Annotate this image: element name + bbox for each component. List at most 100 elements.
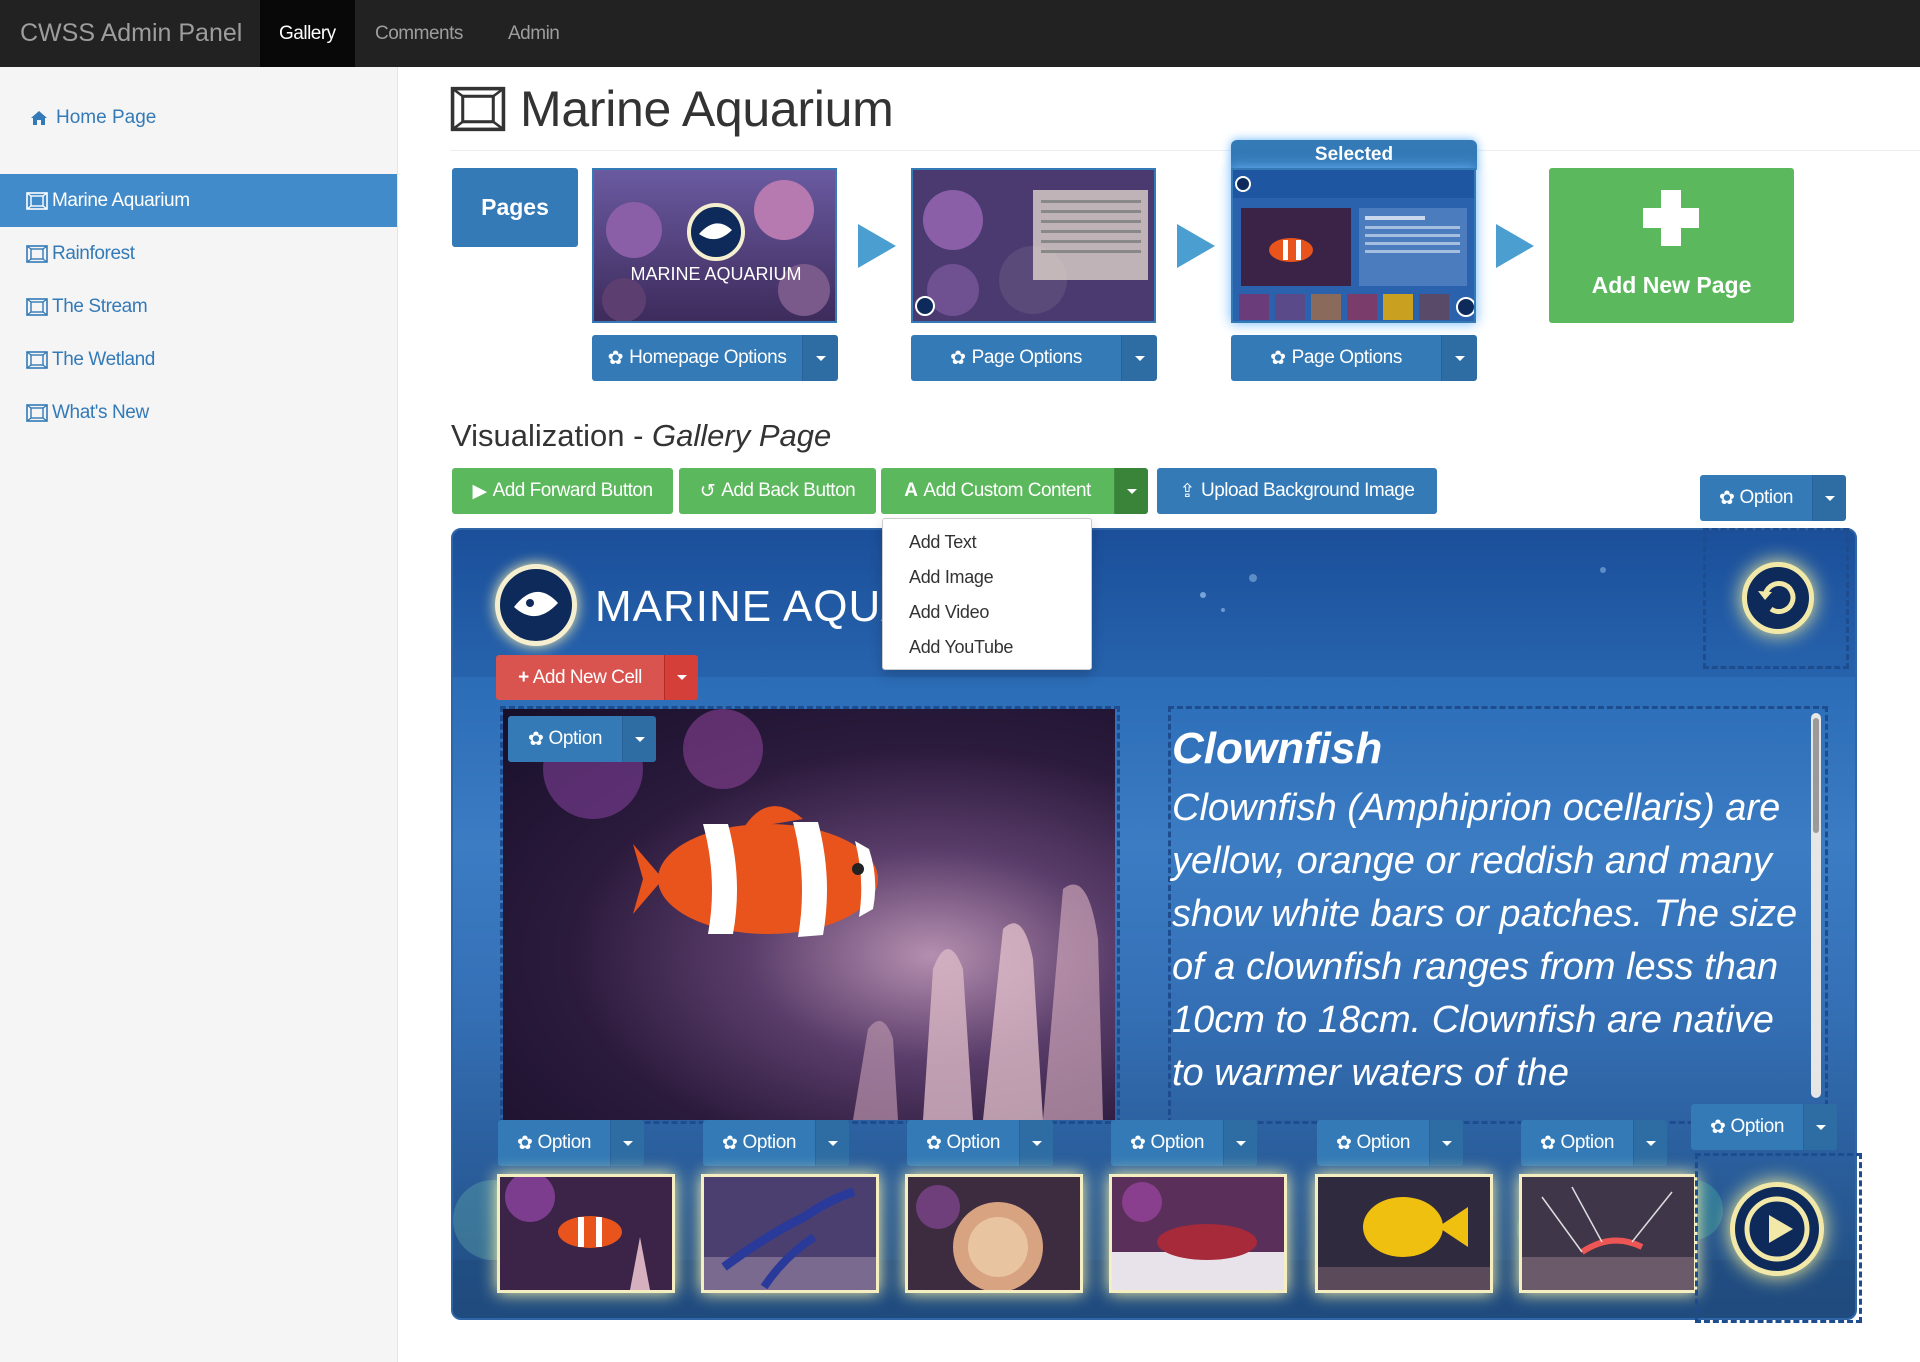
gallery-thumbnail[interactable] [1519, 1174, 1697, 1293]
sidebar-item-label: Rainforest [52, 243, 135, 264]
chevron-down-icon[interactable] [802, 335, 838, 381]
thumb-option-dropdown[interactable]: ✿ Option [703, 1120, 849, 1166]
thumb-option-button[interactable]: ✿ Option [498, 1120, 610, 1166]
nav-gallery[interactable]: Gallery [260, 0, 355, 67]
page-options-button[interactable]: ✿ Page Options [911, 335, 1121, 381]
thumb-option-dropdown[interactable]: ✿ Option [498, 1120, 644, 1166]
page-options-dropdown[interactable]: ✿ Page Options [911, 335, 1157, 381]
chevron-down-icon[interactable] [1633, 1120, 1667, 1166]
pages-button[interactable]: Pages [452, 168, 578, 247]
nav-comments[interactable]: Comments [356, 0, 482, 67]
homepage-options-label: Homepage Options [629, 347, 787, 368]
gear-icon: ✿ [1129, 1132, 1146, 1154]
chevron-down-icon[interactable] [1223, 1120, 1257, 1166]
add-new-page-label: Add New Page [1591, 272, 1752, 298]
add-back-button[interactable]: ↺ Add Back Button [679, 468, 876, 514]
chevron-down-icon[interactable] [1803, 1104, 1837, 1150]
play-icon: ▶ [472, 480, 487, 502]
gear-icon: ✿ [1709, 1116, 1726, 1138]
thumb-option-button[interactable]: ✿ Option [1317, 1120, 1429, 1166]
flow-arrow [1177, 224, 1215, 268]
text-cell-heading: Clownfish [1172, 724, 1383, 773]
font-icon: A [904, 480, 918, 501]
option-label: Option [946, 1132, 1001, 1153]
menu-item-add-video[interactable]: Add Video [883, 595, 1091, 630]
add-back-label: Add Back Button [721, 480, 856, 501]
thumb-option-dropdown[interactable]: ✿ Option [1111, 1120, 1257, 1166]
gallery-thumbnail[interactable] [1315, 1174, 1493, 1293]
sidebar-item-marine-aquarium[interactable]: Marine Aquarium [0, 174, 397, 227]
gallery-thumbnail[interactable] [1109, 1174, 1287, 1293]
homepage-options-dropdown[interactable]: ✿ Homepage Options [592, 335, 838, 381]
homepage-options-button[interactable]: ✿ Homepage Options [592, 335, 802, 381]
menu-item-add-text[interactable]: Add Text [883, 525, 1091, 560]
top-navbar: CWSS Admin Panel Gallery Comments Admin [0, 0, 1920, 67]
chevron-down-icon[interactable] [1441, 335, 1477, 381]
add-forward-label: Add Forward Button [492, 480, 653, 501]
chevron-down-icon[interactable] [1121, 335, 1157, 381]
upload-background-button[interactable]: ⇪ Upload Background Image [1157, 468, 1437, 514]
sidebar-item-whats-new[interactable]: What's New [0, 386, 397, 439]
page-options-button[interactable]: ✿ Page Options [1231, 335, 1441, 381]
add-new-page-button[interactable]: Add New Page [1549, 168, 1794, 323]
text-cell-body: Clownfish (Amphiprion ocellaris) are yel… [1172, 787, 1798, 1094]
page-thumbnail-3-selected[interactable] [1231, 168, 1476, 323]
forward-option-button[interactable]: ✿ Option [1691, 1104, 1803, 1150]
chevron-down-icon[interactable] [664, 655, 698, 700]
chevron-down-icon[interactable] [622, 716, 656, 762]
chevron-down-icon[interactable] [610, 1120, 644, 1166]
title-divider [450, 150, 1920, 151]
plus-icon-bar [1643, 208, 1699, 228]
gallery-thumbnail[interactable] [497, 1174, 675, 1293]
thumb-option-button[interactable]: ✿ Option [907, 1120, 1019, 1166]
forward-option-dropdown[interactable]: ✿ Option [1691, 1104, 1837, 1150]
gallery-thumbnail[interactable] [905, 1174, 1083, 1293]
chevron-down-icon[interactable] [1429, 1120, 1463, 1166]
thumb-option-dropdown[interactable]: ✿ Option [1317, 1120, 1463, 1166]
menu-item-add-youtube[interactable]: Add YouTube [883, 630, 1091, 665]
gear-icon: ✿ [925, 1132, 942, 1154]
gear-icon: ✿ [1718, 487, 1735, 509]
add-forward-button[interactable]: ▶ Add Forward Button [452, 468, 673, 514]
thumb-option-button[interactable]: ✿ Option [703, 1120, 815, 1166]
visualization-heading: Visualization - Gallery Page [451, 418, 831, 454]
sidebar-item-the-wetland[interactable]: The Wetland [0, 333, 397, 386]
nav-admin[interactable]: Admin [489, 0, 578, 67]
page-thumbnail-home[interactable]: MARINE AQUARIUM [592, 168, 837, 323]
visualization-prefix: Visualization - [451, 418, 653, 453]
page-thumbnail-2[interactable] [911, 168, 1156, 323]
sidebar-item-the-stream[interactable]: The Stream [0, 280, 397, 333]
page-title: Marine Aquarium [450, 80, 894, 138]
image-cell-option-button[interactable]: ✿ Option [508, 716, 622, 762]
chevron-down-icon[interactable] [1812, 475, 1846, 521]
image-cell-option-dropdown[interactable]: ✿ Option [508, 716, 656, 762]
marine-logo [495, 564, 577, 646]
navbar-brand[interactable]: CWSS Admin Panel [20, 0, 242, 67]
gear-icon: ✿ [607, 347, 624, 369]
option-label: Option [1356, 1132, 1411, 1153]
gallery-thumbnail[interactable] [701, 1174, 879, 1293]
add-new-cell-button[interactable]: + Add New Cell [496, 655, 664, 700]
sidebar-home-link[interactable]: Home Page [30, 107, 156, 129]
text-cell-scroll-thumb[interactable] [1813, 718, 1819, 833]
menu-item-add-image[interactable]: Add Image [883, 560, 1091, 595]
thumb-option-dropdown[interactable]: ✿ Option [907, 1120, 1053, 1166]
canvas-option-dropdown[interactable]: ✿ Option [1700, 475, 1846, 521]
thumb-option-button[interactable]: ✿ Option [1111, 1120, 1223, 1166]
add-custom-content-button[interactable]: A Add Custom Content [881, 468, 1114, 514]
thumb-option-dropdown[interactable]: ✿ Option [1521, 1120, 1667, 1166]
canvas-option-button[interactable]: ✿ Option [1700, 475, 1812, 521]
back-circle-button[interactable] [1742, 562, 1814, 634]
add-new-cell-label: Add New Cell [532, 666, 643, 688]
add-new-cell-dropdown[interactable]: + Add New Cell [496, 655, 698, 700]
add-custom-content-caret[interactable] [1114, 468, 1148, 514]
page-options-dropdown[interactable]: ✿ Page Options [1231, 335, 1477, 381]
chevron-down-icon[interactable] [1019, 1120, 1053, 1166]
sidebar-item-rainforest[interactable]: Rainforest [0, 227, 397, 280]
text-cell-content: Clownfish Clownfish (Amphiprion ocellari… [1168, 706, 1818, 1116]
thumb-option-button[interactable]: ✿ Option [1521, 1120, 1633, 1166]
option-label: Option [1150, 1132, 1205, 1153]
forward-circle-button[interactable] [1730, 1182, 1824, 1276]
add-custom-label: Add Custom Content [923, 480, 1091, 501]
chevron-down-icon[interactable] [815, 1120, 849, 1166]
